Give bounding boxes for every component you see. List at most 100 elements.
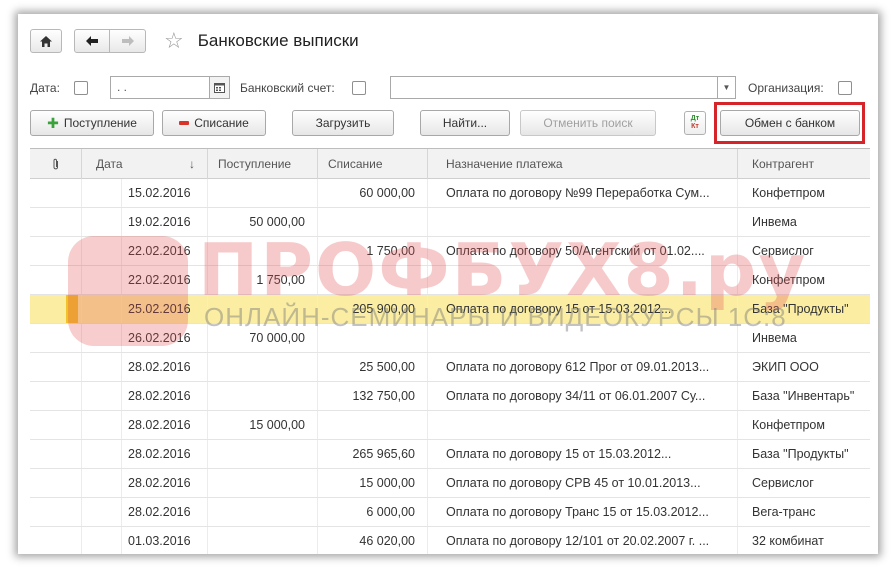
highlight-box — [714, 102, 865, 144]
attachment-cell — [30, 208, 82, 236]
writeoff-cell — [318, 411, 428, 439]
date-cell: 28.02.2016 — [122, 353, 208, 381]
status-cell: ✔ — [82, 266, 122, 294]
table-row[interactable]: ✔28.02.2016 6 000,00Оплата по договору Тр… — [30, 498, 870, 527]
table-row[interactable]: ✔25.02.2016 205 900,00Оплата по договору … — [30, 295, 870, 324]
status-cell — [82, 440, 122, 468]
table-row[interactable]: ✔15.02.2016 60 000,00Оплата по договору №… — [30, 179, 870, 208]
writeoff-cell: 6 000,00 — [318, 498, 428, 526]
writeoff-cell: 15 000,00 — [318, 469, 428, 497]
minus-icon — [179, 121, 190, 125]
attachment-cell — [30, 266, 82, 294]
calendar-button[interactable] — [210, 76, 230, 99]
counterparty-cell: ЭКИП ООО — [752, 360, 819, 374]
chevron-down-icon: ▼ — [722, 83, 731, 92]
history-nav — [74, 29, 146, 53]
counterparty-cell: Сервислог — [752, 244, 814, 258]
load-button[interactable]: Загрузить — [292, 110, 394, 136]
attachment-cell — [30, 179, 82, 207]
date-column-header[interactable]: Дата ↓ — [82, 149, 208, 179]
back-button[interactable] — [74, 29, 110, 53]
counterparty-column-header[interactable]: Контрагент — [738, 149, 870, 179]
date-field[interactable]: . . — [110, 76, 210, 99]
filter-bar: Дата: . . Банковский счет: ▼ Организация… — [30, 76, 870, 100]
status-cell: ✔ — [82, 237, 122, 265]
writeoff-cell: 46 020,00 — [318, 527, 428, 554]
table-row[interactable]: ✔28.02.201615 000,00 Конфетпром — [30, 411, 870, 440]
writeoff-cell: 60 000,00 — [318, 179, 428, 207]
counterparty-cell: Сервислог — [752, 476, 814, 490]
date-cell: 22.02.2016 — [122, 266, 208, 294]
writeoff-button[interactable]: Списание — [162, 110, 266, 136]
counterparty-cell: Инвема — [752, 331, 797, 345]
table-row[interactable]: ✔22.02.20161 750,00 Конфетпром — [30, 266, 870, 295]
writeoff-cell: 132 750,00 — [318, 382, 428, 410]
star-icon[interactable]: ☆ — [164, 30, 184, 52]
date-cell: 15.02.2016 — [122, 179, 208, 207]
status-cell: ✔ — [82, 208, 122, 236]
table-row[interactable]: ✔22.02.2016 1 750,00Оплата по договору 50… — [30, 237, 870, 266]
status-cell: ✔ — [82, 382, 122, 410]
receipt-cell — [208, 382, 318, 410]
arrow-left-icon — [86, 36, 98, 46]
organization-checkbox[interactable] — [838, 81, 852, 95]
date-cell: 22.02.2016 — [122, 237, 208, 265]
receipt-column-header[interactable]: Поступление — [208, 149, 318, 179]
table-row[interactable]: 28.02.2016 265 965,60 Оплата по договору 1… — [30, 440, 870, 469]
date-filter-checkbox[interactable] — [74, 81, 88, 95]
status-cell: ✔ — [82, 527, 122, 554]
receipt-cell — [208, 295, 318, 323]
cancel-search-button[interactable]: Отменить поиск — [520, 110, 656, 136]
paperclip-icon — [53, 159, 58, 170]
title-bar: ☆ Банковские выписки — [30, 28, 359, 54]
status-cell — [82, 353, 122, 381]
date-cell: 28.02.2016 — [122, 382, 208, 410]
table-row[interactable]: ✔28.02.2016 132 750,00Оплата по договору … — [30, 382, 870, 411]
table-row[interactable]: 28.02.2016 15 000,00 Оплата по договору СР… — [30, 469, 870, 498]
receipt-cell — [208, 353, 318, 381]
table-body: ✔15.02.201660 000,00Оплата по договору №… — [30, 179, 870, 554]
purpose-cell: Оплата по договору 34/11 от 06.01.2007 С… — [428, 382, 738, 410]
purpose-cell: Оплата по договору СРВ 45 от 10.01.2013.… — [428, 469, 738, 497]
status-cell: ✔ — [82, 295, 122, 323]
date-cell: 28.02.2016 — [122, 498, 208, 526]
counterparty-cell: База "Продукты" — [752, 302, 849, 316]
table-row[interactable]: 28.02.2016 25 500,00 Оплата по договору 61… — [30, 353, 870, 382]
forward-button[interactable] — [110, 29, 146, 53]
bank-account-dropdown[interactable]: ▼ — [718, 76, 736, 99]
table-row[interactable]: ✔19.02.201650 000,00 Инвема — [30, 208, 870, 237]
table-row[interactable]: ✔26.02.201670 000,00 Инвема — [30, 324, 870, 353]
attachment-cell — [30, 295, 82, 323]
purpose-cell: Оплата по договору 15 от 15.03.2012... — [428, 295, 738, 323]
table-row[interactable]: ✔01.03.2016 46 020,00Оплата по договору 1… — [30, 527, 870, 554]
receipt-cell: 15 000,00 — [208, 411, 318, 439]
date-cell: 26.02.2016 — [122, 324, 208, 352]
date-filter-label: Дата: — [30, 81, 60, 95]
bank-account-field[interactable] — [390, 76, 718, 99]
attachment-cell — [30, 469, 82, 497]
counterparty-cell: Конфетпром — [752, 273, 825, 287]
writeoff-column-header[interactable]: Списание — [318, 149, 428, 179]
counterparty-cell: Конфетпром — [752, 186, 825, 200]
organization-label: Организация: — [748, 81, 824, 95]
status-cell — [82, 469, 122, 497]
purpose-column-header[interactable]: Назначение платежа — [428, 149, 738, 179]
bank-account-checkbox[interactable] — [352, 81, 366, 95]
counterparty-cell: База "Продукты" — [752, 447, 849, 461]
dt-kt-postings-button[interactable]: Дт Кт — [684, 111, 706, 135]
attachment-cell — [30, 411, 82, 439]
receipt-cell — [208, 527, 318, 554]
home-button[interactable] — [30, 29, 62, 53]
purpose-cell: Оплата по договору Транс 15 от 15.03.201… — [428, 498, 738, 526]
purpose-cell: Оплата по договору 15 от 15.03.2012... — [428, 440, 738, 468]
bank-account-label: Банковский счет: — [240, 81, 335, 95]
attachment-cell — [30, 237, 82, 265]
receipt-cell — [208, 179, 318, 207]
writeoff-cell — [318, 266, 428, 294]
find-button[interactable]: Найти... — [420, 110, 510, 136]
purpose-cell: Оплата по договору 12/101 от 20.02.2007 … — [428, 527, 738, 554]
sort-descending-icon: ↓ — [189, 157, 195, 171]
attachment-column-header[interactable] — [30, 149, 82, 179]
writeoff-button-label: Списание — [194, 116, 249, 130]
receipt-button[interactable]: ✚ Поступление — [30, 110, 154, 136]
